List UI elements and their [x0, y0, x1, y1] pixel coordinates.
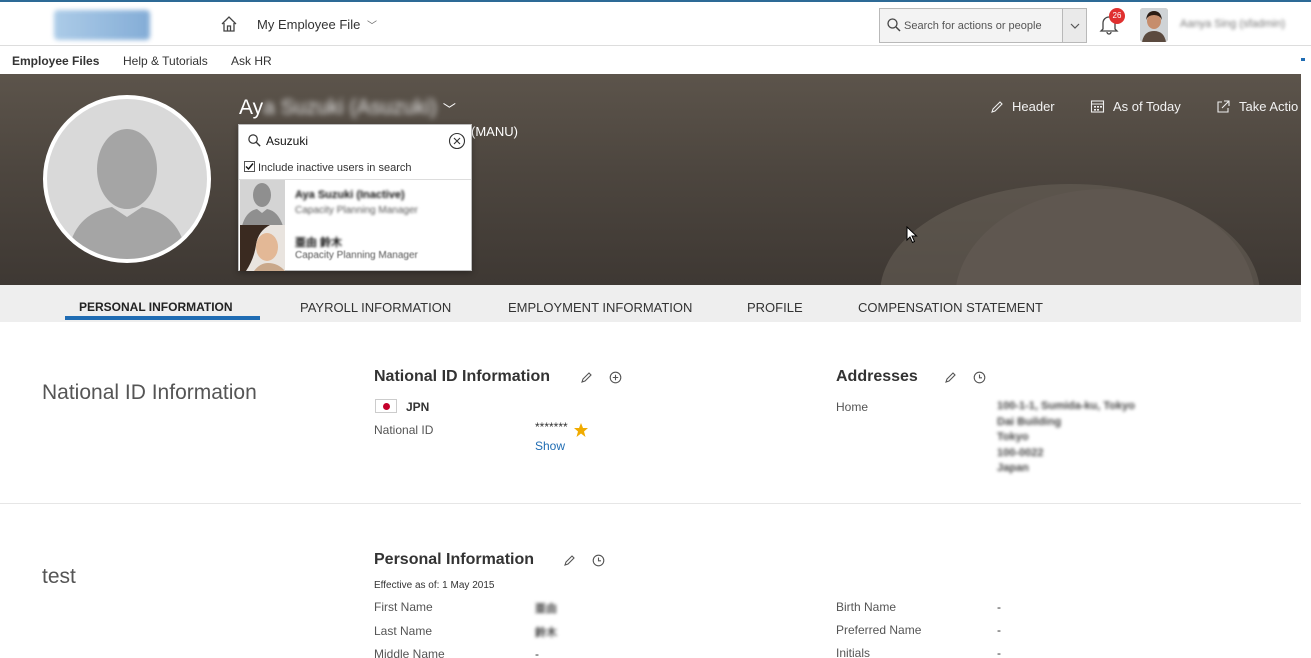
address-line: Tokyo: [997, 431, 1029, 443]
field-label-middle-name: Middle Name: [374, 647, 445, 658]
mouse-cursor-icon: [906, 226, 918, 244]
people-search-dropdown: Asuzuki Include inactive users in search…: [238, 124, 472, 271]
field-value-middle-name: -: [535, 647, 539, 658]
history-clock-icon[interactable]: [973, 371, 986, 384]
address-type-label: Home: [836, 400, 869, 414]
nav-employee-files[interactable]: Employee Files: [12, 54, 99, 68]
global-search-input[interactable]: Search for actions or people: [879, 8, 1087, 43]
result-name: Aya Suzuki (Inactive): [295, 189, 405, 201]
field-value-first-name: 亜由: [535, 603, 557, 615]
nav-help-tutorials[interactable]: Help & Tutorials: [123, 54, 208, 68]
employee-file-label: My Employee File: [257, 17, 361, 32]
search-result-item[interactable]: Aya Suzuki (Inactive) Capacity Planning …: [239, 180, 471, 226]
personal-info-block-title: Personal Information: [374, 551, 535, 568]
primary-star-icon: [574, 423, 588, 437]
home-icon[interactable]: [219, 14, 239, 34]
people-search-input[interactable]: Asuzuki: [244, 130, 468, 152]
checkbox-checked-icon: [244, 161, 255, 172]
result-avatar: [240, 180, 285, 226]
blue-marker: [1301, 58, 1305, 61]
header-button-label: Header: [1012, 99, 1055, 114]
employee-file-menu[interactable]: My Employee File ﹀: [257, 17, 377, 32]
search-icon: [248, 134, 261, 147]
pencil-icon: [991, 101, 1003, 113]
chevron-down-icon: ﹀: [366, 21, 377, 32]
result-avatar: [240, 225, 285, 271]
employee-subtitle: (MANU): [471, 124, 518, 139]
address-line: 100-1-1, Sumida-ku, Tokyo: [997, 400, 1135, 412]
as-of-today-label: As of Today: [1113, 99, 1181, 114]
profile-header: Aya Suzuki (Asuzuki) ﹀ (MANU) Header As …: [0, 74, 1301, 285]
chevron-down-icon: ﹀: [442, 102, 456, 117]
include-inactive-checkbox[interactable]: Include inactive users in search: [244, 161, 411, 174]
secondary-nav: Employee Files Help & Tutorials Ask HR: [0, 46, 1311, 74]
take-action-button[interactable]: Take Actio: [1216, 99, 1298, 114]
field-label-birth-name: Birth Name: [836, 600, 897, 614]
field-label-preferred-name: Preferred Name: [836, 623, 922, 637]
chevron-down-icon: [1070, 23, 1080, 29]
addresses-block-title: Addresses: [836, 368, 918, 385]
national-id-label: National ID: [374, 423, 434, 437]
search-result-item[interactable]: 亜由 鈴木 Capacity Planning Manager: [239, 225, 471, 271]
user-avatar[interactable]: [1140, 8, 1168, 42]
result-name: 亜由 鈴木: [295, 237, 343, 249]
address-line: Dai Building: [997, 416, 1062, 428]
company-logo[interactable]: [54, 10, 150, 40]
show-national-id-link[interactable]: Show: [535, 439, 565, 453]
field-label-last-name: Last Name: [374, 624, 433, 638]
result-role: Capacity Planning Manager: [295, 250, 418, 261]
employee-name-initial: Ay: [239, 96, 264, 119]
field-label-initials: Initials: [836, 646, 871, 658]
field-value-initials: -: [997, 646, 1001, 658]
employee-name[interactable]: Aya Suzuki (Asuzuki) ﹀: [239, 96, 456, 120]
japan-flag-icon: [375, 399, 397, 413]
clear-search-icon[interactable]: [448, 132, 466, 150]
section-title-test: test: [42, 565, 76, 588]
edit-pencil-icon[interactable]: [944, 371, 957, 384]
result-role: Capacity Planning Manager: [295, 205, 418, 216]
search-icon: [887, 18, 901, 32]
field-value-last-name: 鈴木: [535, 627, 557, 639]
edit-pencil-icon[interactable]: [563, 554, 576, 567]
tab-profile[interactable]: PROFILE: [747, 300, 803, 315]
field-value-birth-name: -: [997, 600, 1001, 614]
field-value-preferred-name: -: [997, 623, 1001, 637]
top-bar: My Employee File ﹀ Search for actions or…: [0, 0, 1311, 46]
tab-employment-information[interactable]: EMPLOYMENT INFORMATION: [508, 300, 692, 315]
effective-date: Effective as of: 1 May 2015: [374, 580, 495, 591]
take-action-label: Take Actio: [1239, 99, 1299, 114]
calendar-icon: [1090, 100, 1105, 113]
address-line: 100-0022: [997, 447, 1044, 459]
people-search-query: Asuzuki: [266, 134, 309, 148]
history-clock-icon[interactable]: [592, 554, 605, 567]
national-id-block-title: National ID Information: [374, 368, 550, 385]
add-circle-icon[interactable]: [609, 371, 622, 384]
profile-photo[interactable]: [43, 95, 211, 263]
field-label-first-name: First Name: [374, 600, 433, 614]
tab-compensation-statement[interactable]: COMPENSATION STATEMENT: [858, 300, 1043, 315]
national-id-masked-value: *******: [535, 420, 568, 434]
edit-pencil-icon[interactable]: [580, 371, 593, 384]
external-action-icon: [1217, 100, 1230, 113]
active-tab-indicator: [65, 316, 260, 320]
as-of-today-button[interactable]: As of Today: [1090, 99, 1181, 114]
page-right-edge: [1301, 74, 1311, 658]
notification-count-badge: 26: [1109, 8, 1125, 24]
employee-name-rest: a Suzuki (Asuzuki): [263, 96, 438, 119]
section-title-national-id: National ID Information: [42, 381, 257, 404]
header-button[interactable]: Header: [990, 99, 1055, 114]
tab-payroll-information[interactable]: PAYROLL INFORMATION: [300, 300, 451, 315]
search-placeholder: Search for actions or people: [904, 20, 1042, 32]
country-code: JPN: [406, 400, 430, 414]
user-name[interactable]: Aanya Sing (sfadmin): [1180, 18, 1285, 30]
include-inactive-label: Include inactive users in search: [258, 162, 412, 174]
tab-personal-information[interactable]: PERSONAL INFORMATION: [79, 300, 233, 314]
search-scope-button[interactable]: [1062, 9, 1086, 42]
section-divider: [0, 503, 1301, 504]
address-line: Japan: [997, 462, 1029, 474]
nav-ask-hr[interactable]: Ask HR: [231, 54, 272, 68]
